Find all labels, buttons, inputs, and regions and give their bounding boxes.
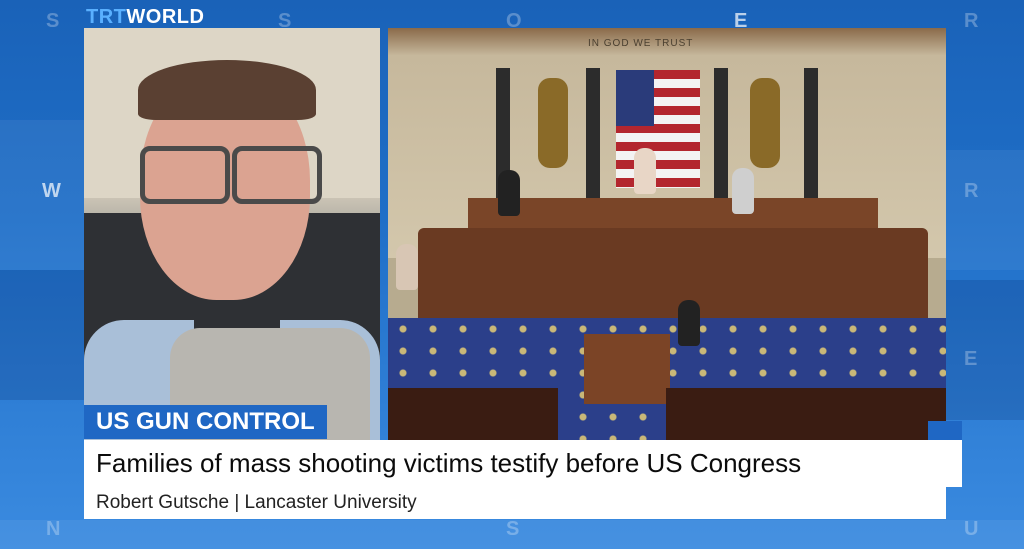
guest-glasses [140,146,322,204]
bg-tile [0,270,84,400]
logo-world: WORLD [126,6,205,28]
guest-video-feed [84,28,380,440]
bg-letter: W [42,180,61,202]
person [634,148,656,194]
person [732,168,754,214]
byline-bar: Robert Gutsche | Lancaster University [84,487,946,519]
bench [666,388,946,440]
lectern [584,334,670,404]
guest-hair [138,60,316,120]
bg-letter: S [506,518,520,540]
fasces [538,78,568,168]
bg-letter: N [46,518,61,540]
bg-letter: R [964,10,979,32]
us-flag [616,70,700,188]
bg-letter: E [964,348,978,370]
person [396,244,418,290]
bg-tile [946,150,1024,270]
bg-letter: U [964,518,979,540]
bg-letter: S [46,10,60,32]
fasces [750,78,780,168]
trt-world-logo: TRTWORLD [86,6,204,29]
chamber-motto: IN GOD WE TRUST [588,38,694,49]
logo-trt: TRT [86,6,127,28]
person [498,170,520,216]
topic-label: US GUN CONTROL [84,405,327,439]
bg-letter: R [964,180,979,202]
congress-video-feed: IN GOD WE TRUST [388,28,946,440]
bench [388,388,558,440]
person [678,300,700,346]
headline-bar: Families of mass shooting victims testif… [84,440,962,487]
bg-tile [946,280,1024,420]
